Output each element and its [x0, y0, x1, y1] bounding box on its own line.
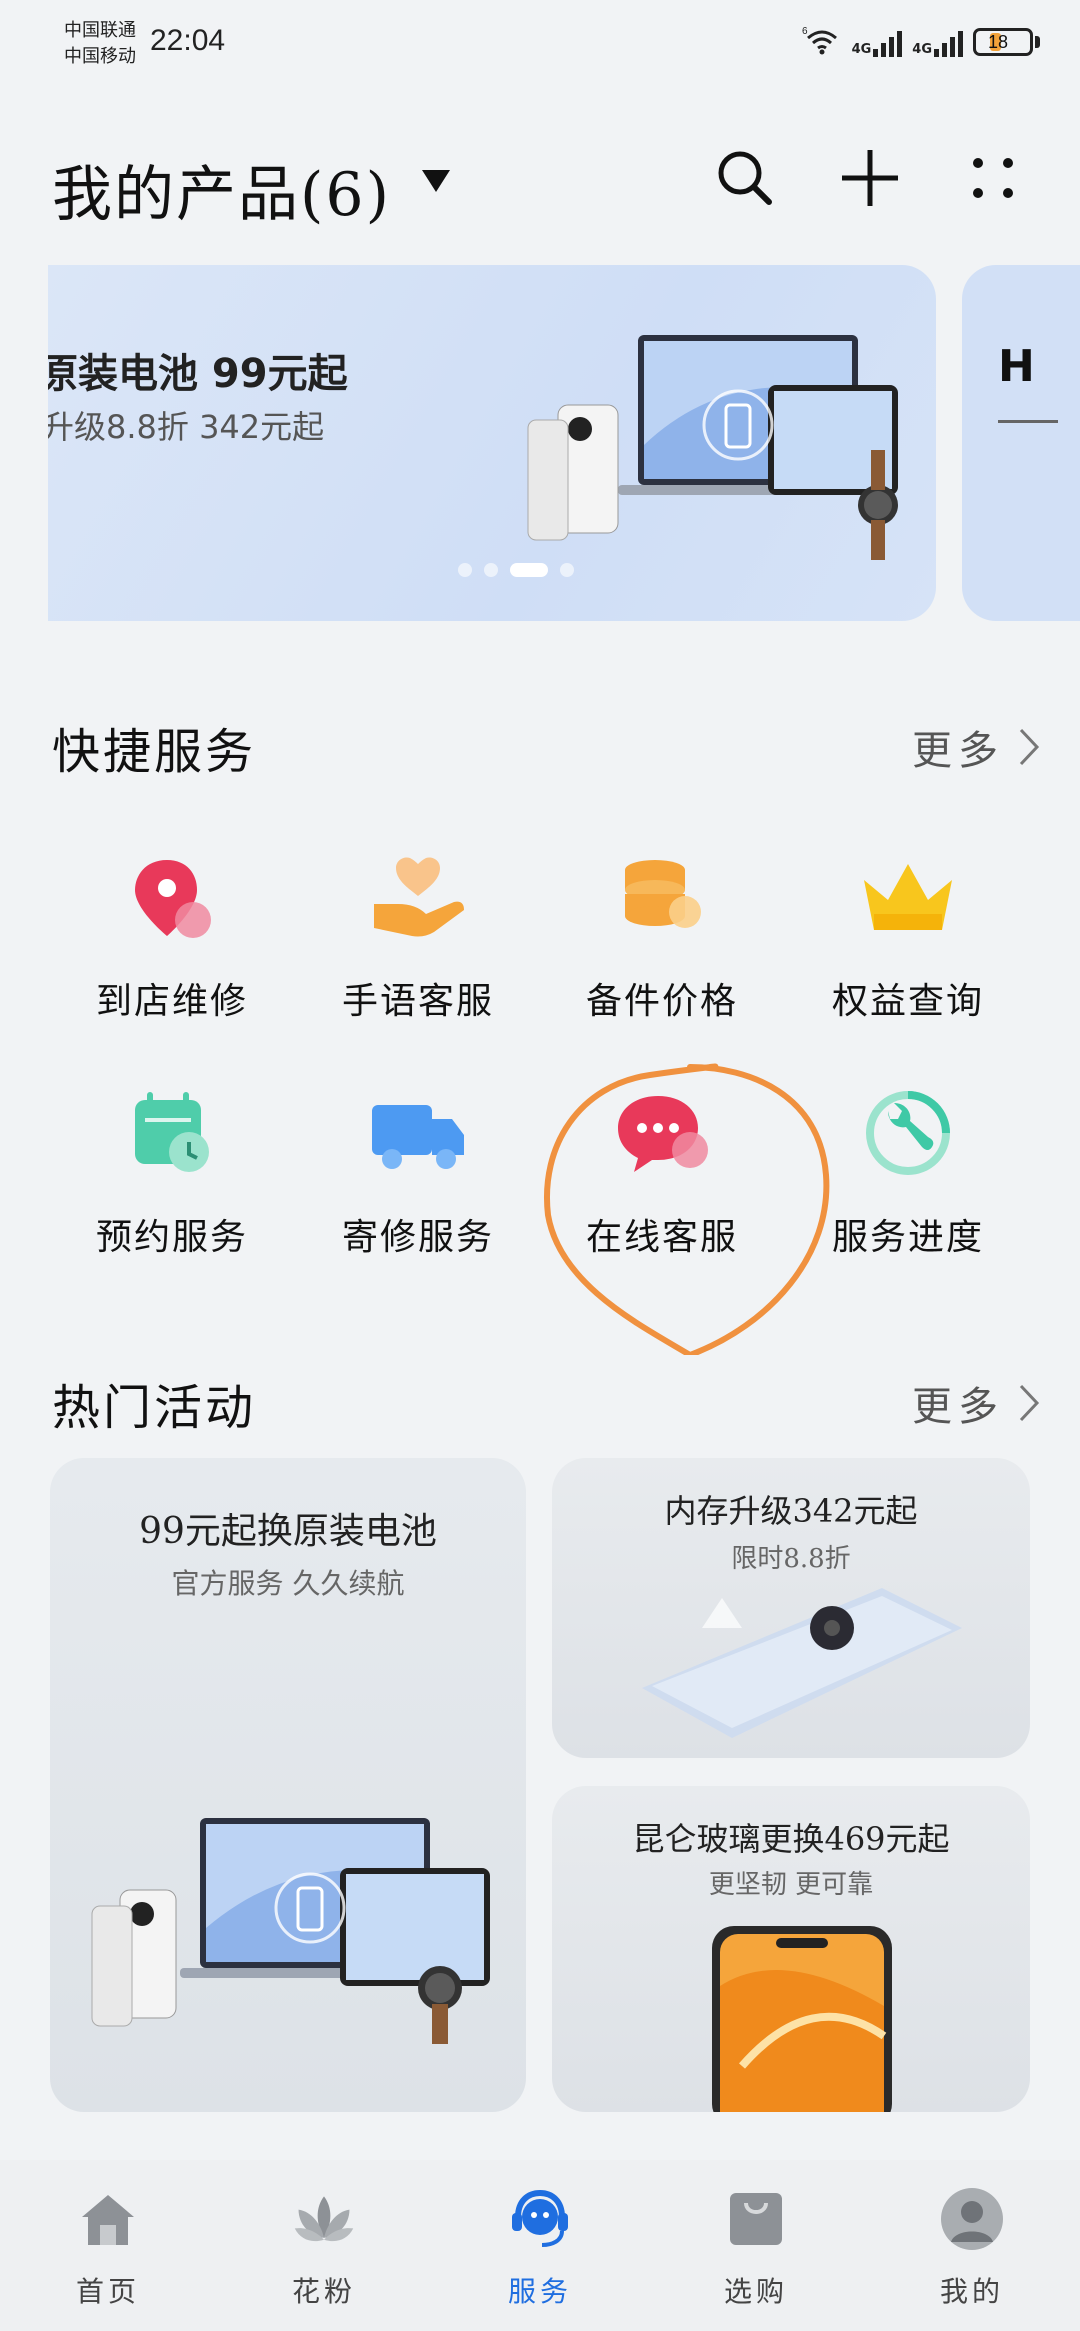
- service-label: 手语客服: [341, 981, 494, 1022]
- bottom-navigation: 首页 花粉 服务 选购 我的: [0, 2160, 1080, 2331]
- chevron-right-icon: [1019, 728, 1040, 766]
- delivery-truck-icon: [363, 1078, 473, 1188]
- quick-services-more-link[interactable]: 更多: [912, 718, 1040, 776]
- activity-card-memory[interactable]: 内存升级342元起 限时8.8折: [552, 1458, 1030, 1758]
- nav-home[interactable]: 首页: [38, 2186, 178, 2310]
- net-type-2: 4G: [912, 42, 932, 57]
- more-label: 更多: [912, 728, 1004, 774]
- nav-fans[interactable]: 花粉: [254, 2186, 394, 2310]
- service-parts-price[interactable]: 备件价格: [542, 842, 782, 1042]
- card-subtitle: 更坚韧 更可靠: [708, 1870, 874, 1900]
- page-title[interactable]: 我的产品(6): [52, 146, 391, 233]
- device-illustration-icon: [527, 335, 898, 560]
- activity-card-battery[interactable]: 99元起换原装电池 官方服务 久久续航: [50, 1458, 526, 2112]
- carousel-dot: [560, 563, 574, 577]
- battery-level: 18: [988, 31, 1009, 52]
- carousel-dot: [458, 563, 472, 577]
- phone-screen-illustration-icon: [712, 1926, 892, 2112]
- service-label: 在线客服: [585, 1217, 738, 1258]
- hot-activities-title: 热门活动: [52, 1380, 257, 1436]
- dropdown-caret-icon[interactable]: [422, 170, 450, 192]
- carrier-info: 中国联通 中国移动: [64, 18, 136, 70]
- activity-card-glass[interactable]: 昆仑玻璃更换469元起 更坚韧 更可靠: [552, 1786, 1030, 2112]
- net-type-1: 4G: [851, 42, 872, 57]
- signal-1-icon: 4G: [852, 27, 903, 57]
- store-location-icon: [117, 842, 227, 952]
- more-grid-icon[interactable]: [953, 138, 1033, 218]
- carousel-dot: [484, 563, 498, 577]
- phone-illustration-icon: [642, 1588, 962, 1738]
- service-label: 权益查询: [831, 981, 984, 1022]
- card-title: 昆仑玻璃更换469元起: [632, 1820, 950, 1858]
- card-title: 内存升级342元起: [664, 1492, 918, 1530]
- parts-price-icon: [607, 842, 717, 952]
- service-label: 到店维修: [95, 981, 248, 1022]
- chat-bubble-icon: [607, 1078, 717, 1188]
- add-icon[interactable]: [830, 138, 910, 218]
- banner-carousel[interactable]: 原装电池 99元起 升级8.8折 342元起 H: [0, 265, 1080, 625]
- header: 我的产品(6): [0, 120, 1080, 240]
- service-online-support[interactable]: 在线客服: [542, 1078, 782, 1278]
- status-bar: 中国联通 中国移动 22:04 6 4G 4G 18: [0, 0, 1080, 90]
- chevron-right-icon: [1019, 1384, 1040, 1422]
- card-subtitle: 官方服务 久久续航: [171, 1567, 405, 1600]
- nav-shop[interactable]: 选购: [686, 2186, 826, 2310]
- carousel-dot-active: [510, 563, 548, 577]
- banner-subtitle: 升级8.8折 342元起: [48, 408, 325, 446]
- wifi-icon: 6: [802, 24, 842, 60]
- banner-slide[interactable]: 原装电池 99元起 升级8.8折 342元起: [48, 265, 936, 621]
- profile-icon: [939, 2186, 1005, 2252]
- hot-activities-more-link[interactable]: 更多: [912, 1374, 1040, 1432]
- signal-2-icon: 4G: [912, 27, 963, 57]
- service-mail-repair[interactable]: 寄修服务: [298, 1078, 538, 1278]
- service-benefits-query[interactable]: 权益查询: [788, 842, 1028, 1042]
- service-label: 服务进度: [831, 1217, 984, 1258]
- nav-label: 花粉: [291, 2275, 356, 2308]
- status-icons: 6 4G 4G 18: [802, 24, 1040, 60]
- more-label: 更多: [912, 1384, 1004, 1430]
- service-headset-icon: [507, 2186, 573, 2252]
- nav-label: 首页: [75, 2275, 140, 2308]
- clock: 22:04: [150, 24, 226, 57]
- sign-language-icon: [363, 842, 473, 952]
- service-label: 预约服务: [95, 1217, 248, 1258]
- battery-icon: 18: [973, 28, 1033, 56]
- svg-text:6: 6: [802, 26, 808, 37]
- service-label: 备件价格: [585, 981, 738, 1022]
- service-sign-language[interactable]: 手语客服: [298, 842, 538, 1042]
- service-appointment[interactable]: 预约服务: [52, 1078, 292, 1278]
- shopping-bag-icon: [723, 2186, 789, 2252]
- carrier-2: 中国移动: [64, 46, 136, 67]
- nav-label: 服务: [507, 2275, 572, 2308]
- service-label: 寄修服务: [341, 1217, 494, 1258]
- device-illustration-icon: [91, 1818, 490, 2044]
- home-icon: [75, 2186, 141, 2252]
- nav-label: 我的: [939, 2275, 1004, 2308]
- card-title: 99元起换原装电池: [139, 1511, 437, 1552]
- calendar-clock-icon: [117, 1078, 227, 1188]
- banner-next-slide[interactable]: H: [962, 265, 1080, 621]
- nav-profile[interactable]: 我的: [902, 2186, 1042, 2310]
- nav-service[interactable]: 服务: [470, 2186, 610, 2310]
- crown-icon: [853, 842, 963, 952]
- search-icon[interactable]: [705, 138, 785, 218]
- carousel-dots: [458, 563, 574, 577]
- service-store-repair[interactable]: 到店维修: [52, 842, 292, 1042]
- carrier-1: 中国联通: [64, 20, 136, 41]
- nav-label: 选购: [723, 2275, 788, 2308]
- banner-title: 原装电池 99元起: [48, 351, 348, 397]
- banner-next-title: H: [998, 341, 1035, 392]
- lotus-icon: [291, 2186, 357, 2252]
- service-progress[interactable]: 服务进度: [788, 1078, 1028, 1278]
- wrench-progress-icon: [853, 1078, 963, 1188]
- quick-services-title: 快捷服务: [52, 724, 257, 780]
